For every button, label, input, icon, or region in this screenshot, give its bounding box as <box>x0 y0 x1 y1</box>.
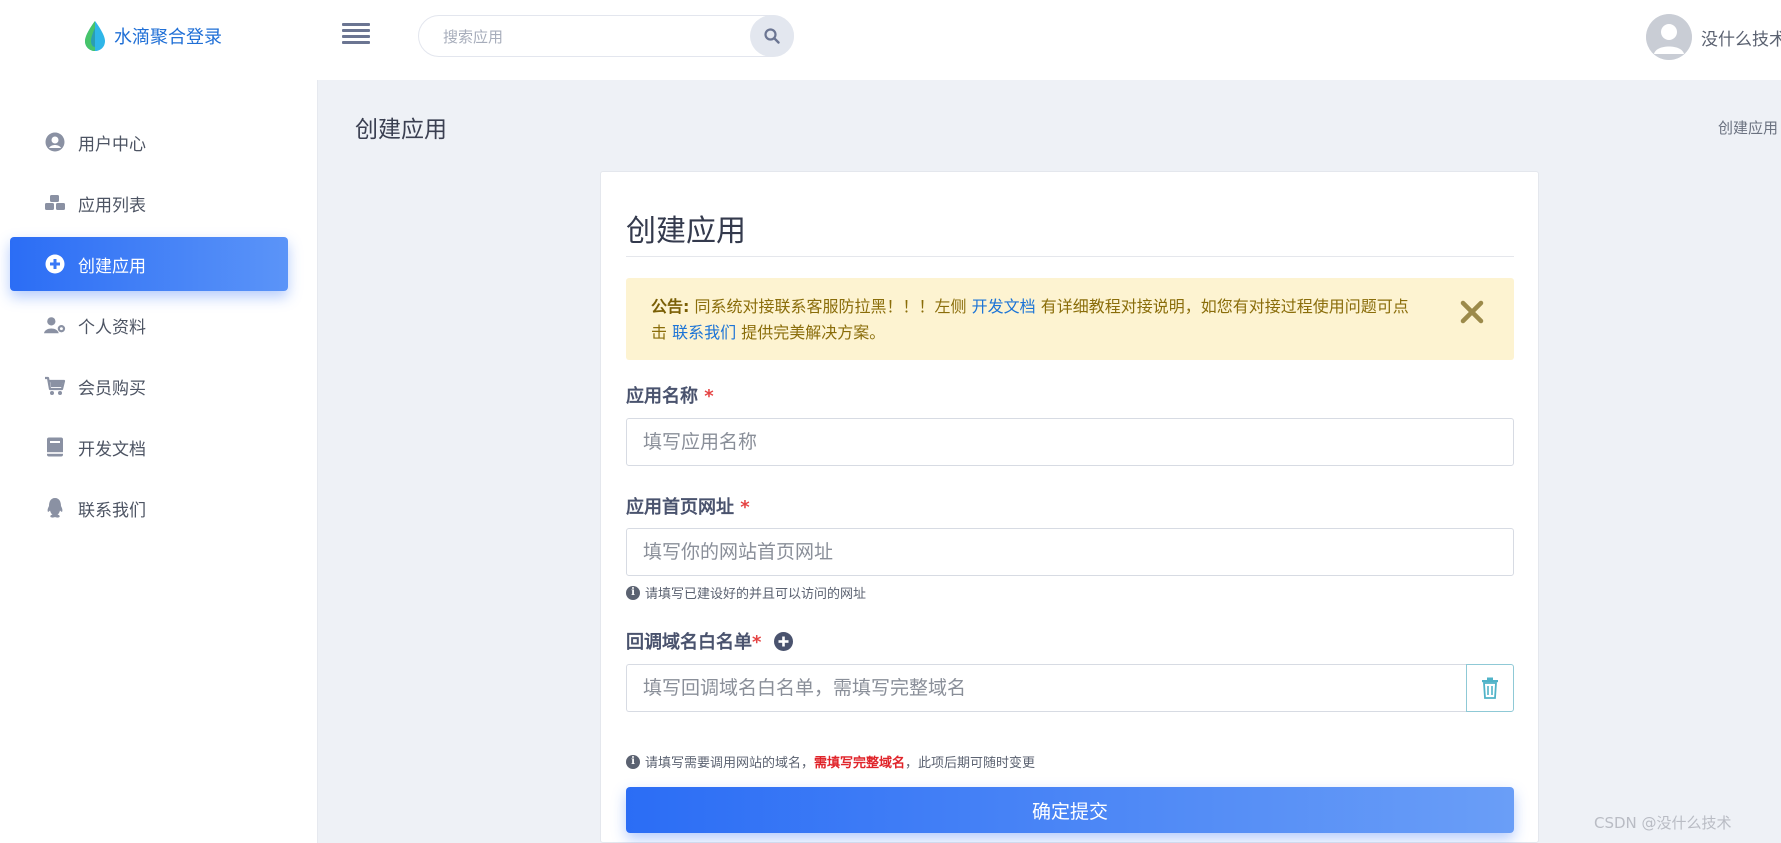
plus-circle-icon <box>44 253 66 275</box>
sidebar-item-dev-docs[interactable]: 开发文档 <box>10 420 288 474</box>
user-name: 没什么技术 <box>1701 29 1781 50</box>
card-title: 创建应用 <box>626 214 746 249</box>
sidebar-item-create-app[interactable]: 创建应用 <box>10 237 288 291</box>
sidebar-item-label: 开发文档 <box>78 439 146 460</box>
callback-label: 回调域名白名单* <box>626 628 793 654</box>
trash-icon <box>1482 677 1498 699</box>
avatar <box>1646 14 1692 60</box>
close-icon[interactable] <box>1456 296 1488 328</box>
create-app-card: 创建应用 公告: 同系统对接联系客服防拉黑！！！左侧 开发文档 有详细教程对接说… <box>600 171 1539 843</box>
callback-input-group <box>626 664 1514 712</box>
user-menu[interactable]: 没什么技术 <box>1646 14 1781 60</box>
callback-domain-input[interactable] <box>627 665 1466 711</box>
search-button[interactable] <box>750 15 794 57</box>
sidebar-item-label: 会员购买 <box>78 378 146 399</box>
contact-us-link[interactable]: 联系我们 <box>672 323 736 342</box>
sidebar-item-membership[interactable]: 会员购买 <box>10 359 288 413</box>
brand-name: 水滴聚合登录 <box>114 27 222 48</box>
notice-text: 提供完美解决方案。 <box>741 323 886 342</box>
info-icon: i <box>626 585 640 600</box>
homepage-url-input[interactable] <box>627 529 1513 575</box>
sidebar-item-label: 用户中心 <box>78 134 146 155</box>
book-icon <box>44 436 66 458</box>
water-drop-logo-icon <box>85 21 105 51</box>
homepage-label: 应用首页网址 * <box>626 493 750 519</box>
add-domain-icon[interactable] <box>773 632 793 651</box>
top-bar: 水滴聚合登录 没什么技术 <box>0 0 1781 80</box>
callback-hint: i 请填写需要调用网站的域名， 需填写完整域名 ，此项后期可随时变更 <box>626 752 1035 771</box>
qq-icon <box>44 497 66 519</box>
required-mark: * <box>704 386 714 407</box>
cubes-icon <box>44 192 66 214</box>
info-icon: i <box>626 754 640 769</box>
sidebar-item-label: 个人资料 <box>78 317 146 338</box>
sidebar-item-app-list[interactable]: 应用列表 <box>10 176 288 230</box>
search-input[interactable] <box>443 24 733 50</box>
delete-domain-button[interactable] <box>1466 664 1514 712</box>
page-title: 创建应用 <box>355 117 447 143</box>
cart-icon <box>44 375 66 397</box>
app-name-field-wrap <box>626 418 1514 466</box>
hint-text: 请填写需要调用网站的域名， <box>645 756 815 771</box>
homepage-hint: i 请填写已建设好的并且可以访问的网址 <box>626 583 866 602</box>
breadcrumb[interactable]: 创建应用 <box>1718 117 1778 138</box>
notice-alert: 公告: 同系统对接联系客服防拉黑！！！左侧 开发文档 有详细教程对接说明，如您有… <box>626 278 1514 360</box>
search-box <box>418 15 794 57</box>
logo[interactable]: 水滴聚合登录 <box>82 20 222 52</box>
sidebar-item-label: 应用列表 <box>78 195 146 216</box>
divider <box>626 256 1514 257</box>
sidebar-item-label: 创建应用 <box>78 256 146 277</box>
app-name-label: 应用名称 * <box>626 382 714 408</box>
homepage-label-text: 应用首页网址 <box>626 497 734 518</box>
dev-docs-link[interactable]: 开发文档 <box>972 297 1036 316</box>
callback-field-wrap <box>626 664 1466 712</box>
required-mark: * <box>740 497 750 518</box>
notice-text: 同系统对接联系客服防拉黑！！！左侧 <box>694 297 967 316</box>
sidebar: 用户中心 应用列表 创建应用 个人资料 会员购买 开发文档 联系我们 <box>0 80 318 843</box>
search-icon <box>764 28 780 44</box>
app-name-input[interactable] <box>627 419 1513 465</box>
submit-button[interactable]: 确定提交 <box>626 787 1514 833</box>
user-circle-icon <box>44 131 66 153</box>
sidebar-item-contact[interactable]: 联系我们 <box>10 481 288 535</box>
required-mark: * <box>752 632 762 653</box>
default-avatar-icon <box>1646 14 1692 60</box>
hint-emphasis: 需填写完整域名 <box>814 756 906 771</box>
callback-label-text: 回调域名白名单 <box>626 632 752 653</box>
sidebar-item-user-center[interactable]: 用户中心 <box>10 115 288 169</box>
hint-text: ，此项后期可随时变更 <box>905 756 1036 771</box>
user-cog-icon <box>44 314 66 336</box>
app-name-label-text: 应用名称 <box>626 386 698 407</box>
sidebar-item-profile[interactable]: 个人资料 <box>10 298 288 352</box>
homepage-field-wrap <box>626 528 1514 576</box>
notice-prefix: 公告: <box>651 297 690 316</box>
menu-toggle-icon[interactable] <box>342 20 370 48</box>
hint-text: 请填写已建设好的并且可以访问的网址 <box>645 587 867 602</box>
watermark: CSDN @没什么技术 <box>1594 814 1732 832</box>
sidebar-item-label: 联系我们 <box>78 500 146 521</box>
